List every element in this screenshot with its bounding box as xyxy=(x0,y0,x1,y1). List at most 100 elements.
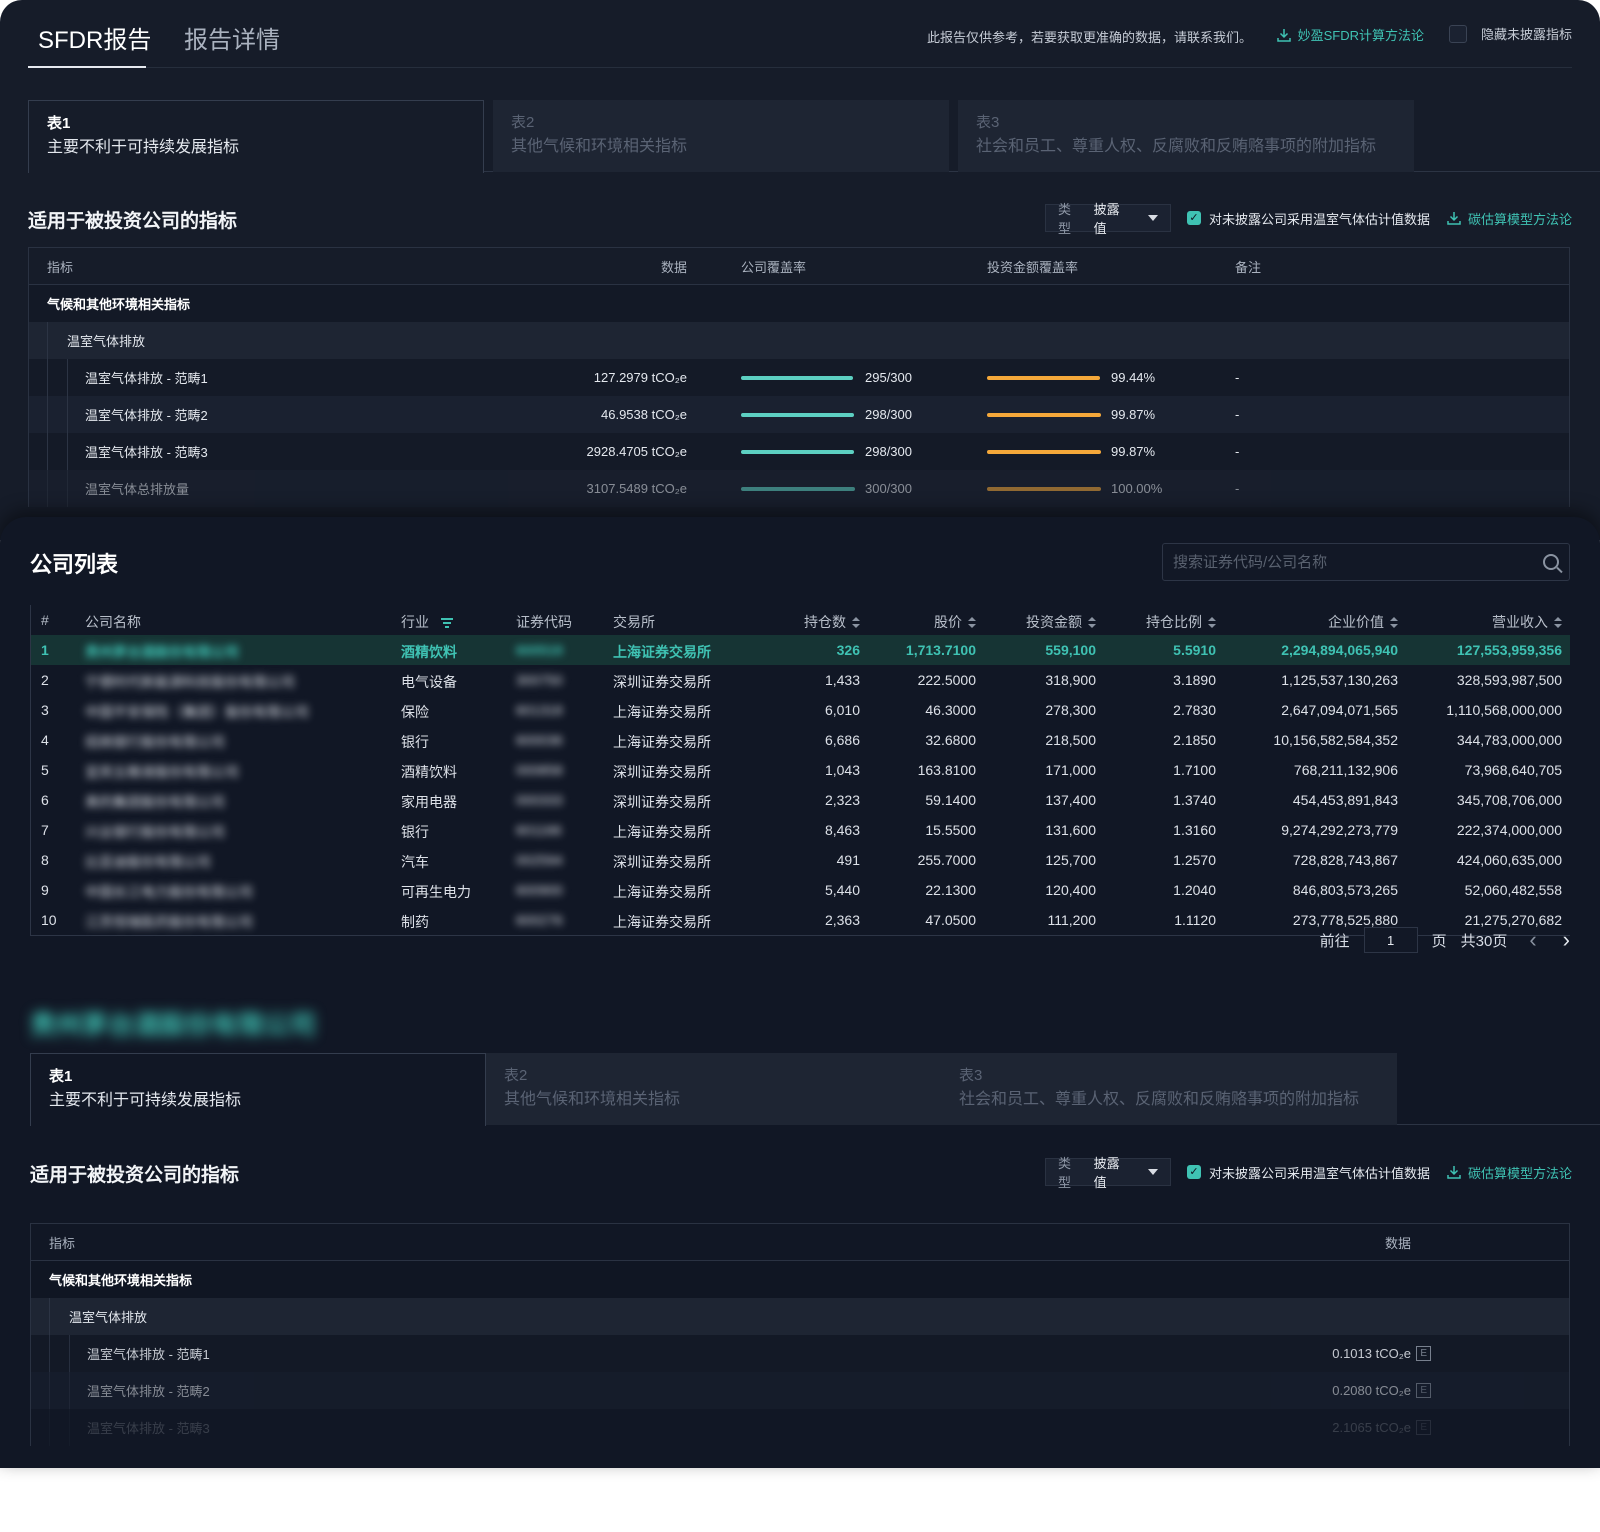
page-input[interactable] xyxy=(1363,927,1418,953)
type-select[interactable]: 类型 披露值 xyxy=(1044,202,1171,236)
detail-tab-table-2-title: 表2 xyxy=(504,1067,528,1084)
company-name[interactable]: 江苏恒瑞医药股份有限公司 xyxy=(85,912,253,932)
indicator-row[interactable]: 温室气体排放 - 范畴3 2928.4705 tCO₂e 298/300 99.87%… xyxy=(29,433,1569,470)
exchange: 深圳证券交易所 xyxy=(613,794,711,810)
indicator-data: 127.2979 tCO₂e xyxy=(593,370,687,385)
tab-table-1-title: 表1 xyxy=(47,115,71,132)
enterprise-value: 2,294,894,065,940 xyxy=(1281,642,1398,658)
table-row[interactable]: 2 宁德时代新能源科技股份有限公司 电气设备 300750 深圳证券交易所 1,433 22… xyxy=(31,665,1570,695)
sort-icon[interactable] xyxy=(1088,617,1096,629)
table-row[interactable]: 4 招商银行股份有限公司 银行 600036 上海证券交易所 6,686 32.6800 21… xyxy=(31,725,1570,755)
company-name[interactable]: 宁德时代新能源科技股份有限公司 xyxy=(85,672,295,692)
indicator-row[interactable]: 温室气体总排放量 3107.5489 tCO₂e 300/300 100.00% - xyxy=(29,470,1569,507)
investment-amount: 125,700 xyxy=(1045,852,1096,868)
pagination: 前往 页 共30页 ‹ › xyxy=(1320,927,1570,953)
table-row[interactable]: 5 宜宾五粮液股份有限公司 酒精饮料 000858 深圳证券交易所 1,043 163.81… xyxy=(31,755,1570,785)
table-row[interactable]: 9 中国长江电力股份有限公司 可再生电力 600900 上海证券交易所 5,440 22.1… xyxy=(31,875,1570,905)
indicator-row[interactable]: 温室气体排放 - 范畴2 46.9538 tCO₂e 298/300 99.87% - xyxy=(29,396,1569,433)
col-industry[interactable]: 行业 xyxy=(401,612,453,632)
investment-amount: 111,200 xyxy=(1047,912,1096,928)
sort-icon[interactable] xyxy=(1554,617,1562,629)
tab-table-2[interactable]: 表2 其他气候和环境相关指标 xyxy=(493,100,949,172)
type-select-value: 披露值 xyxy=(1093,202,1120,236)
detail-indicator-name: 温室气体排放 - 范畴3 xyxy=(87,1421,210,1436)
tab-table-1[interactable]: 表1 主要不利于可持续发展指标 xyxy=(28,100,484,173)
amount-coverage-value: 99.44% xyxy=(1111,370,1156,385)
company-name[interactable]: 宜宾五粮液股份有限公司 xyxy=(85,762,239,782)
amount-coverage-bar xyxy=(987,413,1101,417)
company-coverage-value: 295/300 xyxy=(865,370,912,385)
hide-undisclosed-label: 隐藏未披露指标 xyxy=(1480,27,1572,42)
company-name[interactable]: 中国长江电力股份有限公司 xyxy=(85,882,253,902)
col-weight[interactable]: 持仓比例 xyxy=(1146,612,1216,632)
table-row[interactable]: 8 比亚迪股份有限公司 汽车 002594 深圳证券交易所 491 255.7000 125,… xyxy=(31,845,1570,875)
tab-sfdr-report[interactable]: SFDR报告 xyxy=(38,20,151,55)
exchange: 深圳证券交易所 xyxy=(613,764,711,780)
detail-tab-table-1[interactable]: 表1 主要不利于可持续发展指标 xyxy=(30,1053,486,1126)
sort-icon[interactable] xyxy=(968,617,976,629)
company-name[interactable]: 兴业银行股份有限公司 xyxy=(85,822,225,842)
col-enterprise-value[interactable]: 企业价值 xyxy=(1328,612,1398,632)
row-index: 9 xyxy=(41,882,49,898)
detail-carbon-model-link[interactable]: 碳估算模型方法论 xyxy=(1446,1163,1572,1182)
carbon-model-link[interactable]: 碳估算模型方法论 xyxy=(1446,209,1572,228)
col-ev-label: 企业价值 xyxy=(1328,614,1384,630)
company-name[interactable]: 中国平安保险（集团）股份有限公司 xyxy=(85,702,309,722)
detail-indicator-row[interactable]: 温室气体排放 - 范畴3 2.1065 tCO₂e E xyxy=(31,1409,1569,1446)
col-company-name: 公司名称 xyxy=(85,614,141,630)
company-name[interactable]: 招商银行股份有限公司 xyxy=(85,732,225,752)
detail-indicator-row[interactable]: 温室气体排放 - 范畴1 0.1013 tCO₂e E xyxy=(31,1335,1569,1372)
detail-type-select[interactable]: 类型 披露值 xyxy=(1044,1156,1171,1190)
sort-icon[interactable] xyxy=(1390,617,1398,629)
chevron-right-icon[interactable]: › xyxy=(1563,929,1570,951)
page-unit-label: 页 xyxy=(1431,932,1447,950)
col-amount[interactable]: 投资金额 xyxy=(1026,612,1096,632)
detail-subcategory-row[interactable]: 温室气体排放 xyxy=(31,1298,1569,1335)
detail-tab-table-3[interactable]: 表3 社会和员工、尊重人权、反腐败和反贿赂事项的附加指标 xyxy=(941,1053,1397,1125)
chevron-left-icon[interactable]: ‹ xyxy=(1529,929,1536,951)
company-name[interactable]: 比亚迪股份有限公司 xyxy=(85,852,211,872)
holding-weight: 1.1120 xyxy=(1174,912,1216,928)
tree-line xyxy=(69,1409,70,1446)
tab-report-details[interactable]: 报告详情 xyxy=(184,20,280,55)
report-header: SFDR报告 报告详情 此报告仅供参考，若要获取更准确的数据，请联系我们。 妙盈… xyxy=(28,0,1572,68)
detail-estimate-checkbox[interactable]: ✓ xyxy=(1186,1165,1201,1179)
investment-amount: 137,400 xyxy=(1045,792,1096,808)
detail-category-row: 气候和其他环境相关指标 xyxy=(31,1261,1569,1298)
filter-icon[interactable] xyxy=(441,618,453,629)
table-row[interactable]: 3 中国平安保险（集团）股份有限公司 保险 601318 上海证券交易所 6,010 46.… xyxy=(31,695,1570,725)
table-row[interactable]: 1 贵州茅台酒股份有限公司 酒精饮料 600519 上海证券交易所 326 1,713.71… xyxy=(31,635,1570,665)
indicator-name: 温室气体排放 - 范畴3 xyxy=(85,445,208,460)
company-search[interactable] xyxy=(1162,543,1570,581)
detail-tab-table-3-subtitle: 社会和员工、尊重人权、反腐败和反贿赂事项的附加指标 xyxy=(959,1091,1360,1108)
indicator-name: 温室气体总排放量 xyxy=(85,482,190,497)
sfdr-methodology-link[interactable]: 妙盈SFDR计算方法论 xyxy=(1276,25,1424,44)
tab-table-3[interactable]: 表3 社会和员工、尊重人权、反腐败和反贿赂事项的附加指标 xyxy=(958,100,1414,172)
sort-icon[interactable] xyxy=(852,617,860,629)
indicator-row[interactable]: 温室气体排放 - 范畴1 127.2979 tCO₂e 295/300 99.44% - xyxy=(29,359,1569,396)
detail-indicator-row[interactable]: 温室气体排放 - 范畴2 0.2080 tCO₂e E xyxy=(31,1372,1569,1409)
shares: 491 xyxy=(836,852,860,868)
hide-undisclosed-checkbox[interactable] xyxy=(1448,24,1467,43)
table-row[interactable]: 6 美的集团股份有限公司 家用电器 000333 深圳证券交易所 2,323 59.1400… xyxy=(31,785,1570,815)
price: 222.5000 xyxy=(917,672,976,688)
col-revenue[interactable]: 营业收入 xyxy=(1492,612,1562,632)
table-row[interactable]: 7 兴业银行股份有限公司 银行 601166 上海证券交易所 8,463 15.5500 13… xyxy=(31,815,1570,845)
shares: 1,433 xyxy=(824,672,860,688)
subcategory-row[interactable]: 温室气体排放 xyxy=(29,322,1569,359)
company-name[interactable]: 美的集团股份有限公司 xyxy=(85,792,225,812)
search-icon[interactable] xyxy=(1543,554,1559,570)
col-price[interactable]: 股价 xyxy=(934,612,976,632)
search-input[interactable] xyxy=(1173,553,1513,571)
row-index: 10 xyxy=(41,912,57,928)
company-name[interactable]: 贵州茅台酒股份有限公司 xyxy=(85,642,239,662)
sort-icon[interactable] xyxy=(1208,617,1216,629)
estimate-checkbox[interactable]: ✓ xyxy=(1186,211,1201,225)
revenue: 222,374,000,000 xyxy=(1456,822,1562,838)
exchange: 上海证券交易所 xyxy=(613,914,711,930)
row-index: 6 xyxy=(41,792,49,808)
detail-tab-table-2[interactable]: 表2 其他气候和环境相关指标 xyxy=(486,1053,942,1125)
col-shares[interactable]: 持仓数 xyxy=(804,612,860,632)
row-index: 5 xyxy=(41,762,49,778)
hide-undisclosed-toggle[interactable]: 隐藏未披露指标 xyxy=(1448,24,1572,43)
